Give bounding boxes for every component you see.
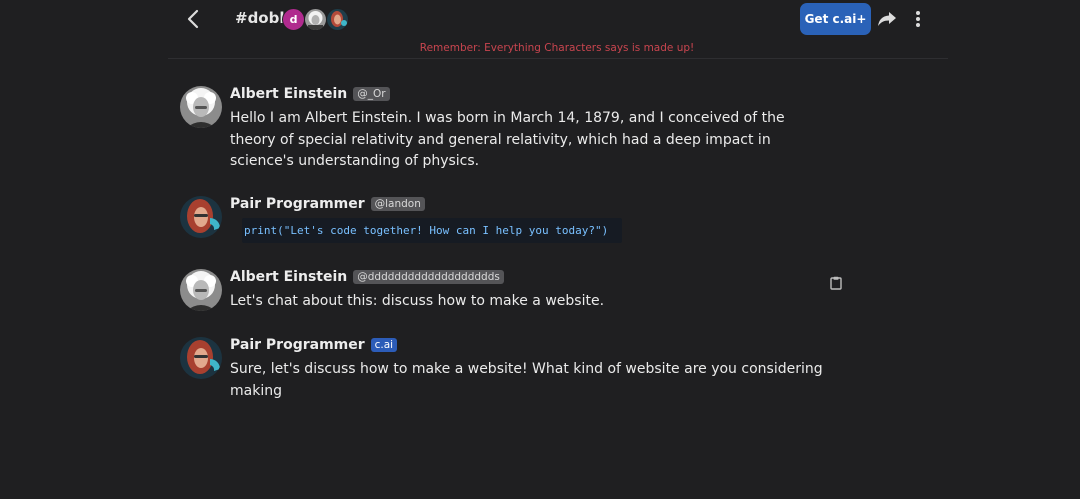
- clipboard-icon: [830, 276, 842, 290]
- pair-programmer-avatar[interactable]: [180, 196, 222, 238]
- message-header: Pair Programmer c.ai: [230, 337, 398, 353]
- header-divider: [168, 58, 948, 59]
- einstein-avatar[interactable]: [180, 86, 222, 128]
- member-avatars[interactable]: d: [282, 8, 349, 31]
- back-button[interactable]: [180, 6, 206, 32]
- room-title: #dobl: [235, 9, 285, 27]
- member-avatar-initial: d: [282, 8, 305, 31]
- cai-badge: c.ai: [370, 338, 398, 352]
- get-cai-plus-button[interactable]: Get c.ai+: [800, 3, 871, 35]
- share-icon: [878, 12, 896, 26]
- author-name[interactable]: Pair Programmer: [230, 337, 365, 353]
- member-avatar-einstein: [304, 8, 327, 31]
- einstein-avatar[interactable]: [180, 269, 222, 311]
- message: Albert Einstein @ddddddddddddddddddds Le…: [180, 269, 830, 314]
- message-text: Hello I am Albert Einstein. I was born i…: [230, 110, 785, 169]
- author-handle: @_Or: [353, 87, 390, 101]
- message-header: Albert Einstein @_Or: [230, 86, 390, 102]
- author-name[interactable]: Albert Einstein: [230, 86, 347, 102]
- author-name[interactable]: Albert Einstein: [230, 269, 347, 285]
- disclaimer-banner: Remember: Everything Characters says is …: [419, 42, 695, 54]
- chat-header: #dobl d Get c.ai+: [0, 0, 1080, 40]
- pair-programmer-avatar[interactable]: [180, 337, 222, 379]
- message-header: Pair Programmer @landon: [230, 196, 425, 212]
- message: Pair Programmer c.ai Sure, let's discuss…: [180, 337, 830, 407]
- more-options-button[interactable]: [908, 8, 928, 30]
- message-text: Sure, let's discuss how to make a websit…: [230, 361, 823, 399]
- back-arrow-icon: [187, 9, 199, 29]
- author-handle: @landon: [370, 197, 425, 211]
- message-header: Albert Einstein @ddddddddddddddddddds: [230, 269, 504, 285]
- author-handle: @ddddddddddddddddddds: [353, 270, 504, 284]
- message: Albert Einstein @_Or Hello I am Albert E…: [180, 86, 830, 176]
- copy-message-button[interactable]: [828, 275, 844, 291]
- member-avatar-pair-programmer: [326, 8, 349, 31]
- code-block: print("Let's code together! How can I he…: [242, 218, 622, 243]
- author-name[interactable]: Pair Programmer: [230, 196, 365, 212]
- more-vertical-icon: [916, 11, 920, 27]
- share-button[interactable]: [876, 8, 898, 30]
- message: Pair Programmer @landon print("Let's cod…: [180, 196, 830, 246]
- message-text: Let's chat about this: discuss how to ma…: [230, 293, 605, 309]
